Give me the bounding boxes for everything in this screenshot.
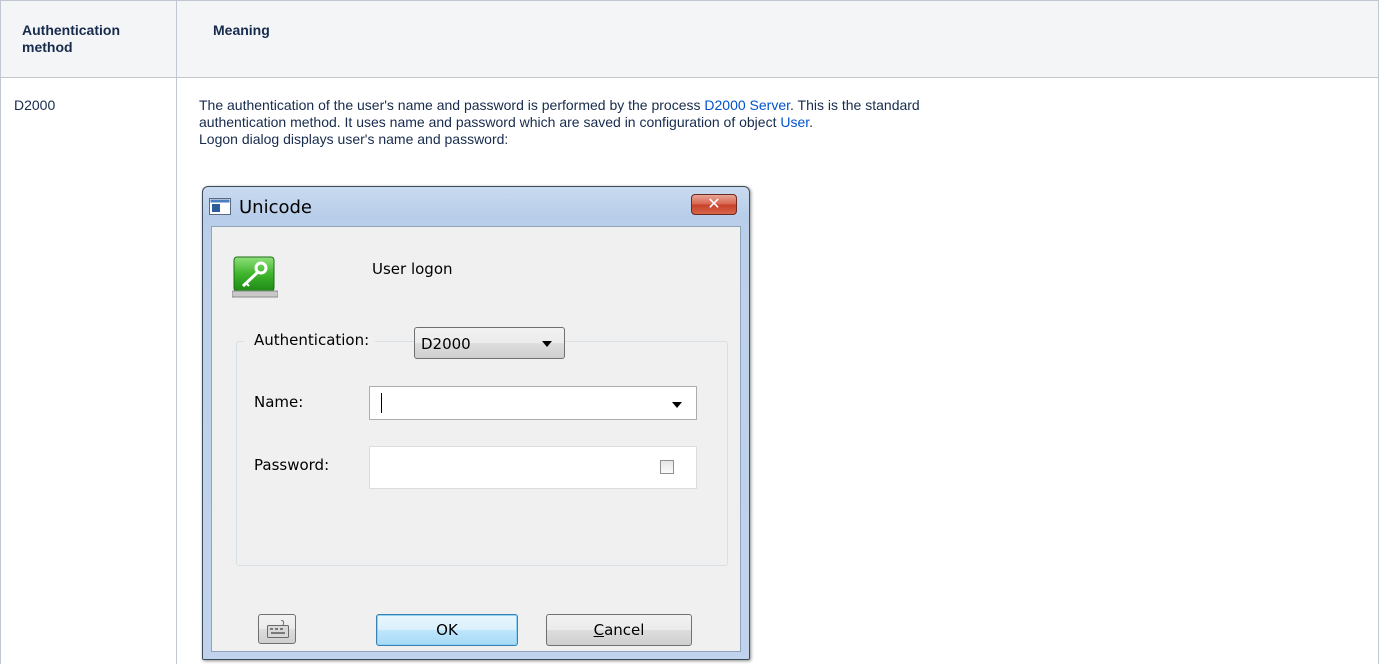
meaning-line-2: authentication method. It uses name and … (199, 114, 1359, 131)
meaning-line-1-end: . This is the standard (790, 97, 920, 113)
key-icon (232, 256, 278, 298)
dialog-heading: User logon (372, 260, 453, 278)
close-icon: ✕ (707, 194, 721, 213)
method-cell-value: D2000 (14, 97, 56, 113)
password-label: Password: (254, 456, 330, 474)
meaning-line-2-text: authentication method. It uses name and … (199, 114, 781, 130)
table-border-header (0, 77, 1379, 78)
cancel-button[interactable]: Cancel (546, 614, 692, 646)
meaning-line-1: The authentication of the user's name an… (199, 97, 1359, 114)
chevron-down-icon (542, 341, 552, 347)
authentication-select-value: D2000 (421, 335, 471, 353)
dialog-client-area: User logon Authentication: D2000 Name: P… (211, 226, 741, 652)
authentication-select[interactable]: D2000 (414, 327, 565, 359)
app-window-icon (209, 198, 231, 215)
meaning-line-3: Logon dialog displays user's name and pa… (199, 131, 509, 147)
logon-dialog-screenshot: Unicode ✕ User logon Authentication: D20… (202, 186, 750, 660)
table-border-left (0, 0, 1, 664)
table-border-middle (176, 0, 177, 664)
header-method-line1: Authentication (22, 22, 120, 38)
dialog-title: Unicode (239, 197, 312, 218)
table-border-top (0, 0, 1379, 1)
name-label: Name: (254, 393, 304, 411)
header-method-label: Authentication method (22, 22, 120, 56)
password-input[interactable] (369, 446, 697, 489)
cancel-button-mnemonic: C (593, 621, 605, 639)
virtual-keyboard-button[interactable] (258, 614, 296, 644)
keyboard-icon (267, 620, 289, 638)
d2000-server-link[interactable]: D2000 Server (704, 97, 790, 113)
meaning-line-2-end: . (809, 114, 814, 130)
chevron-down-icon[interactable] (672, 402, 682, 408)
meaning-line-1-text: The authentication of the user's name an… (199, 97, 705, 113)
ok-button[interactable]: OK (376, 614, 518, 646)
cancel-button-label: ancel (604, 621, 645, 639)
authentication-label: Authentication: (254, 331, 370, 349)
name-input[interactable] (369, 386, 697, 420)
authentication-legend: Authentication: (244, 326, 376, 356)
header-method-line2: method (22, 39, 73, 55)
header-cell-meaning (176, 0, 1379, 77)
header-meaning-label: Meaning (213, 22, 270, 38)
close-button[interactable]: ✕ (691, 194, 737, 215)
text-cursor (381, 393, 382, 413)
meaning-cell: The authentication of the user's name an… (199, 97, 1359, 148)
show-password-checkbox[interactable] (660, 460, 674, 474)
user-link[interactable]: User (780, 114, 809, 130)
